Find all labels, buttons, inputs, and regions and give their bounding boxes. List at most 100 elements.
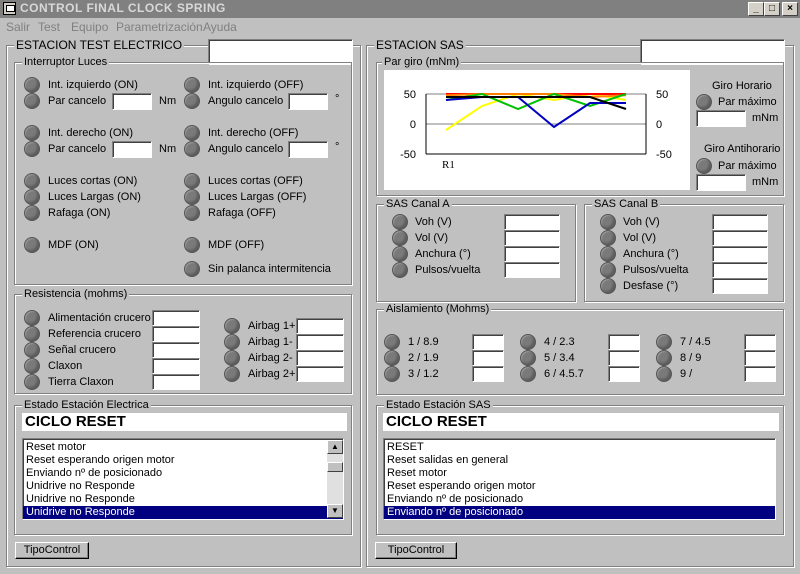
label-par-cancelo-2: Par cancelo [48, 143, 107, 155]
led-cortas-on [24, 173, 40, 189]
label-canal-b-anchura: Anchura (°) [623, 248, 679, 260]
led-aisl-2 [384, 350, 400, 366]
label-par-cancelo-1: Par cancelo [48, 95, 107, 107]
canal-b-desfase-input[interactable] [712, 278, 768, 294]
log-item[interactable]: Enviando nº de posicionado [23, 467, 343, 480]
alim-crucero-input[interactable] [152, 310, 200, 326]
estado-sas-log[interactable]: RESET Reset salidas en general Reset mot… [383, 438, 776, 520]
airbag-1m-input[interactable] [296, 334, 344, 350]
ref-crucero-input[interactable] [152, 326, 200, 342]
led-airbag-1m [224, 334, 240, 350]
log-item-selected[interactable]: Enviando nº de posicionado [384, 506, 775, 519]
label-angulo-2: Angulo cancelo [208, 143, 284, 155]
canal-a-vol-input[interactable] [504, 230, 560, 246]
label-tierra-claxon: Tierra Claxon [48, 376, 114, 388]
label-mdf-off: MDF (OFF) [208, 239, 265, 251]
log-item[interactable]: Enviando nº de posicionado [384, 493, 775, 506]
led-canal-b-pulsos [600, 262, 616, 278]
menu-salir[interactable]: Salir [6, 20, 30, 34]
scroll-up-icon[interactable]: ▲ [327, 440, 343, 454]
aisl-4-input[interactable] [608, 334, 640, 350]
angulo-1-input[interactable] [288, 93, 328, 110]
airbag-2p-input[interactable] [296, 366, 344, 382]
par-cancelo-1-input[interactable] [112, 93, 152, 110]
log-scrollbar[interactable]: ▲ ▼ [327, 440, 343, 518]
chart-ytick-right: 50 [656, 89, 668, 101]
canal-b-anchura-input[interactable] [712, 246, 768, 262]
led-aisl-4 [520, 334, 536, 350]
airbag-2m-input[interactable] [296, 350, 344, 366]
menu-parametrizacion[interactable]: Parametrización [116, 20, 203, 34]
tipo-control-button-right[interactable]: TipoControl [375, 542, 457, 559]
airbag-1p-input[interactable] [296, 318, 344, 334]
aisl-5-input[interactable] [608, 350, 640, 366]
led-senal-crucero [24, 342, 40, 358]
log-item[interactable]: Reset esperando origen motor [23, 454, 343, 467]
scroll-down-icon[interactable]: ▼ [327, 504, 343, 518]
canal-b-pulsos-input[interactable] [712, 262, 768, 278]
canal-b-vol-input[interactable] [712, 230, 768, 246]
aisl-6-input[interactable] [608, 366, 640, 382]
led-der-off [184, 125, 200, 141]
label-aisl-7: 7 / 4.5 [680, 336, 711, 348]
led-aisl-1 [384, 334, 400, 350]
log-item-selected[interactable]: Unidrive no Responde [23, 506, 343, 519]
senal-crucero-input[interactable] [152, 342, 200, 358]
label-cortas-off: Luces cortas (OFF) [208, 175, 303, 187]
tierra-claxon-input[interactable] [152, 374, 200, 390]
left-station-title: ESTACION TEST ELECTRICO [14, 38, 185, 52]
antihorario-par-max-input[interactable] [696, 174, 746, 191]
estado-electrica-status: CICLO RESET [22, 413, 347, 431]
chart-ytick-left: 50 [404, 89, 416, 101]
log-item[interactable]: Reset salidas en general [384, 454, 775, 467]
chart-ytick-right: -50 [656, 149, 672, 161]
log-item[interactable]: Unidrive no Responde [23, 480, 343, 493]
led-horario-par-max [696, 94, 712, 110]
scroll-thumb[interactable] [327, 462, 343, 472]
canal-a-voh-input[interactable] [504, 214, 560, 230]
led-angulo-2 [184, 141, 200, 157]
aisl-9-input[interactable] [744, 366, 776, 382]
minimize-button[interactable]: _ [748, 2, 764, 16]
canal-a-pulsos-input[interactable] [504, 262, 560, 278]
label-angulo-1: Angulo cancelo [208, 95, 284, 107]
aisl-8-input[interactable] [744, 350, 776, 366]
log-item[interactable]: Reset motor [384, 467, 775, 480]
aisl-2-input[interactable] [472, 350, 504, 366]
led-canal-a-anchura [392, 246, 408, 262]
chart-ytick-left: -50 [400, 149, 416, 161]
canal-b-voh-input[interactable] [712, 214, 768, 230]
canal-a-anchura-input[interactable] [504, 246, 560, 262]
aisl-1-input[interactable] [472, 334, 504, 350]
menu-test[interactable]: Test [38, 20, 60, 34]
antihorario-unit: mNm [752, 176, 779, 188]
label-largas-off: Luces Largas (OFF) [208, 191, 307, 203]
maximize-button[interactable]: □ [764, 2, 780, 16]
antihorario-par-max-label: Par máximo [718, 160, 777, 172]
angulo-2-input[interactable] [288, 141, 328, 158]
claxon-input[interactable] [152, 358, 200, 374]
unit-nm-1: Nm [159, 95, 177, 107]
horario-par-max-label: Par máximo [718, 96, 777, 108]
estado-electrica-log[interactable]: Reset motor Reset esperando origen motor… [22, 438, 344, 520]
label-sin-palanca: Sin palanca intermitencia [208, 263, 331, 275]
log-item[interactable]: Unidrive no Responde [23, 493, 343, 506]
label-senal-crucero: Señal crucero [48, 344, 116, 356]
label-airbag-2m: Airbag 2- [248, 352, 293, 364]
interruptor-title: Interruptor Luces [22, 56, 110, 68]
aisl-3-input[interactable] [472, 366, 504, 382]
log-item[interactable]: Reset motor [23, 441, 343, 454]
tipo-control-button-left[interactable]: TipoControl [15, 542, 89, 559]
log-item[interactable]: RESET [384, 441, 775, 454]
label-aisl-1: 1 / 8.9 [408, 336, 439, 348]
label-canal-b-voh: Voh (V) [623, 216, 660, 228]
horario-par-max-input[interactable] [696, 110, 746, 127]
log-item[interactable]: Reset esperando origen motor [384, 480, 775, 493]
led-rafaga-off [184, 205, 200, 221]
menu-ayuda[interactable]: Ayuda [203, 20, 237, 34]
par-cancelo-2-input[interactable] [112, 141, 152, 158]
app-icon [3, 2, 16, 15]
menu-equipo[interactable]: Equipo [71, 20, 108, 34]
close-button[interactable]: × [782, 2, 798, 16]
aisl-7-input[interactable] [744, 334, 776, 350]
